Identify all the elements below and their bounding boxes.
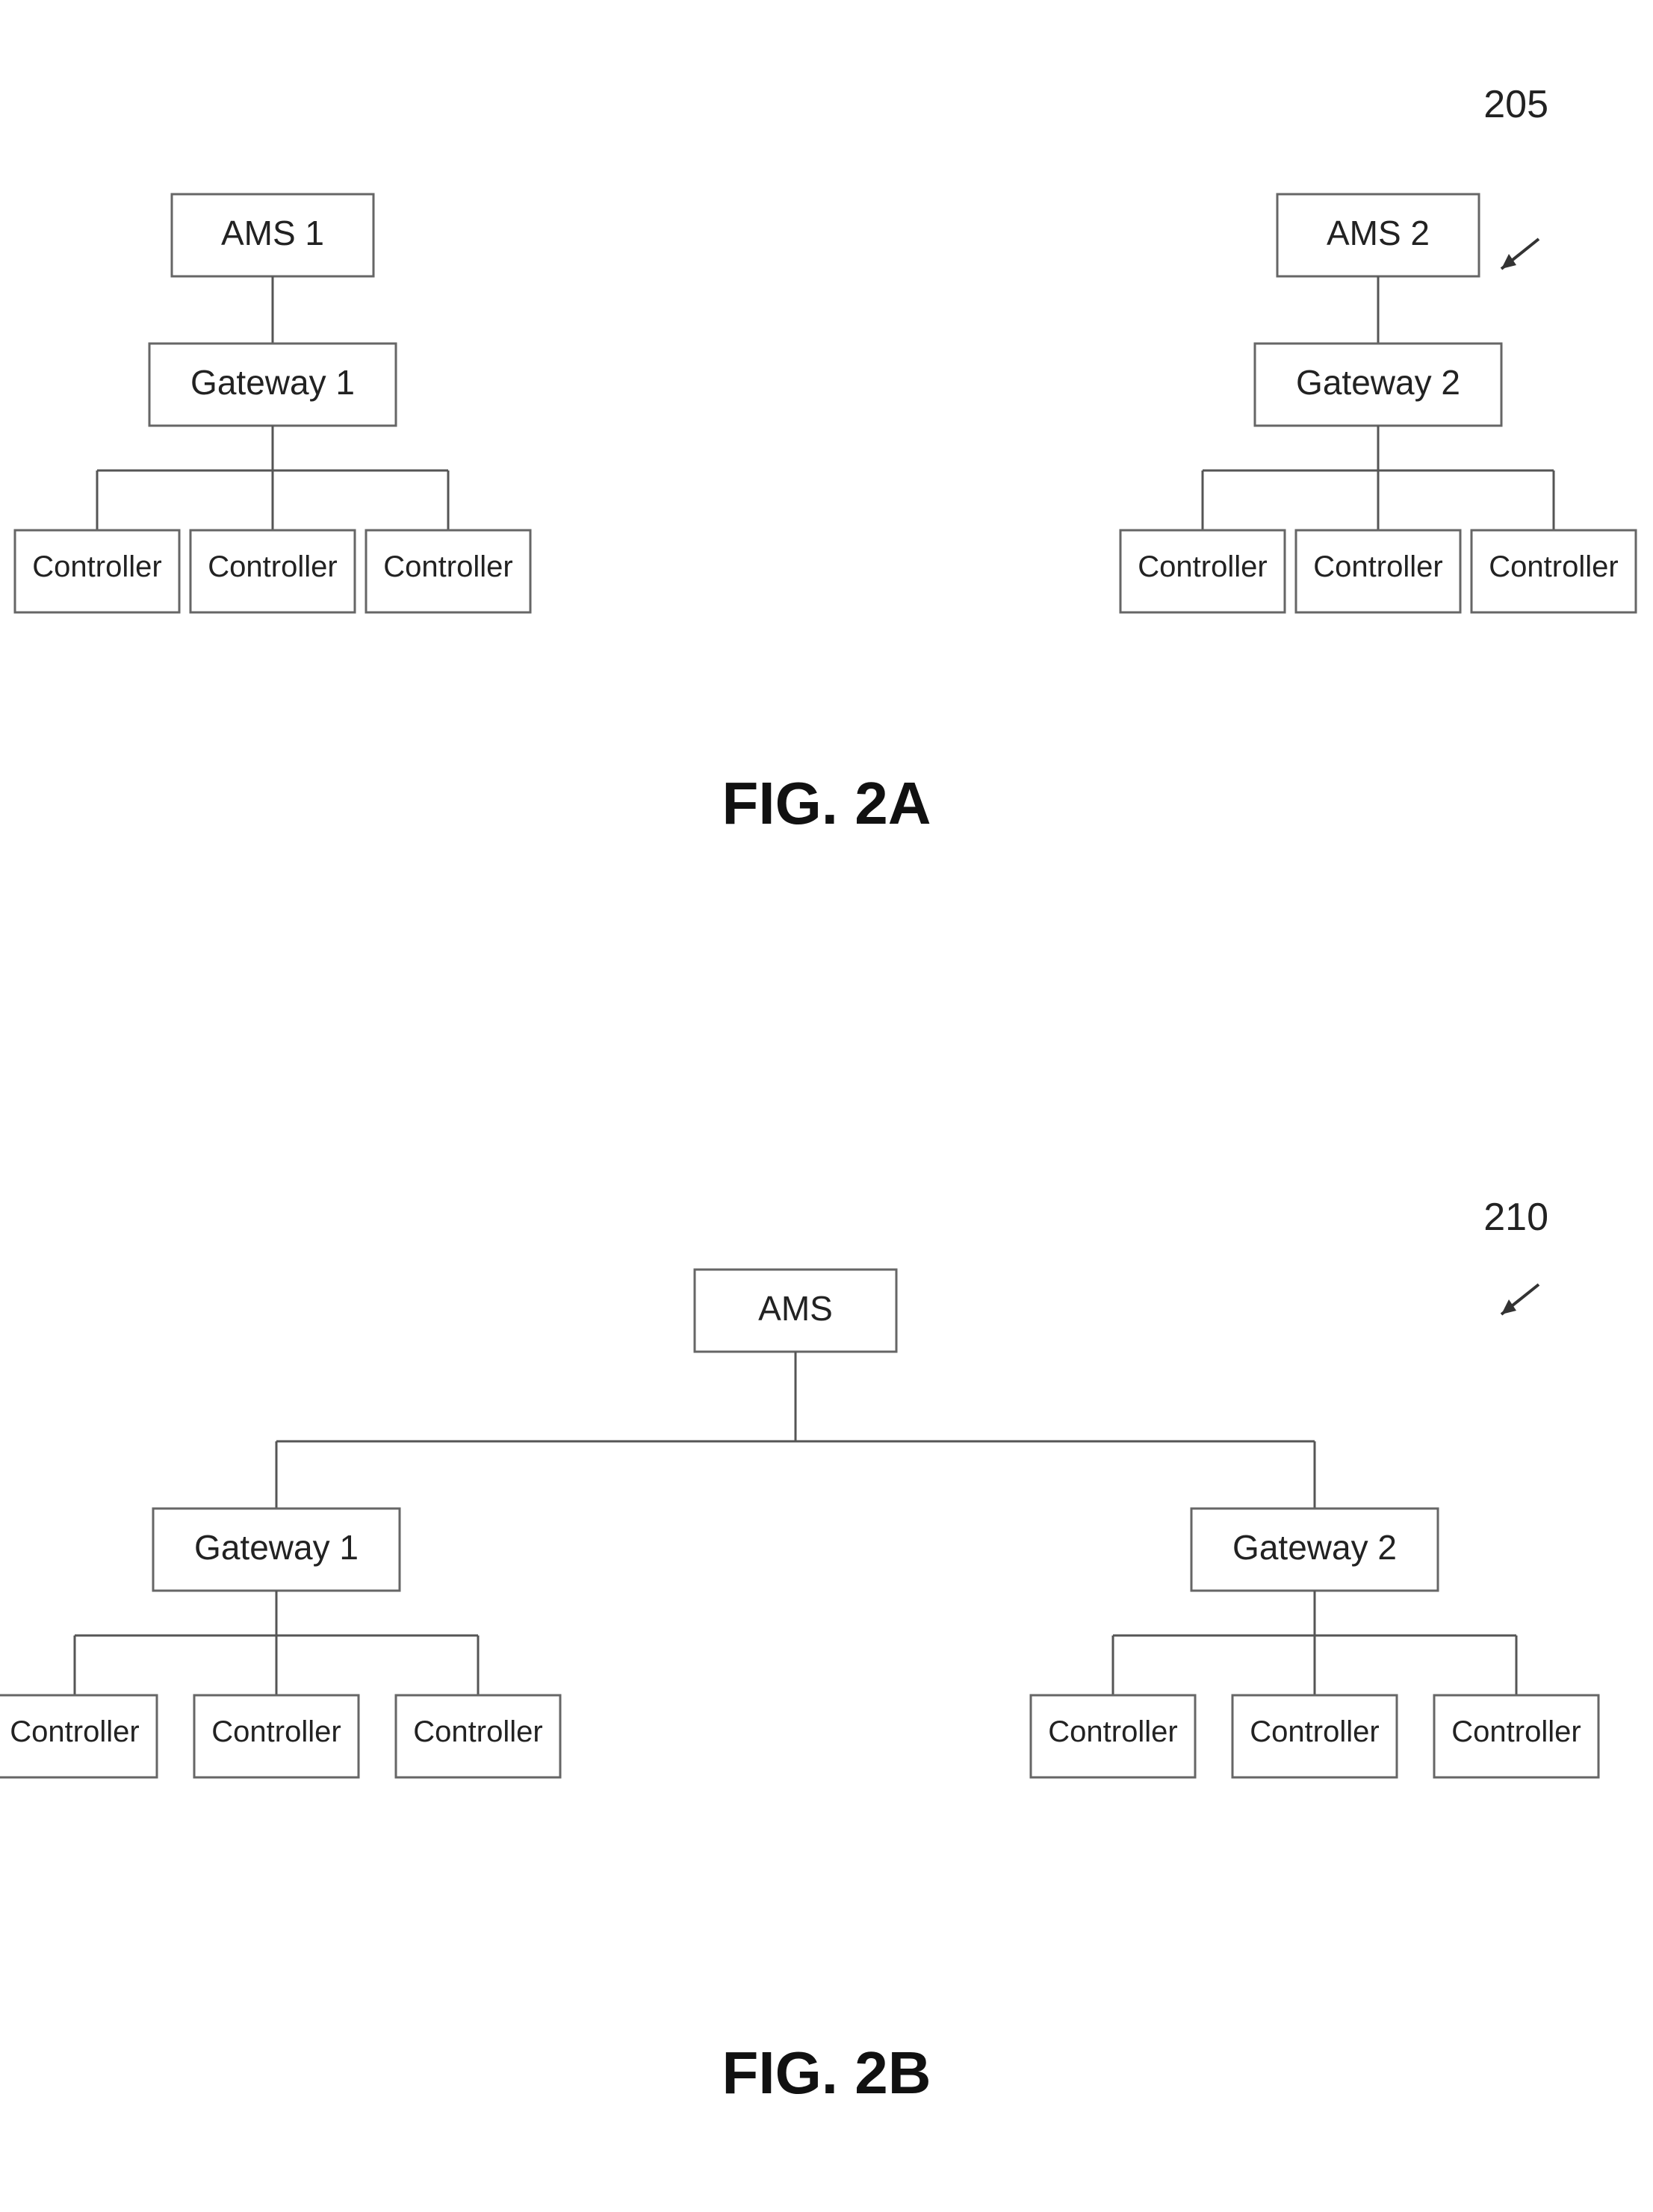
svg-text:AMS: AMS (758, 1289, 833, 1328)
fig2b-label: FIG. 2B (722, 2039, 931, 2107)
svg-text:Controller: Controller (413, 1715, 542, 1748)
svg-text:Controller: Controller (383, 550, 512, 583)
page: 205 AMS 1 Gateway 1 Controller Controlle… (0, 0, 1653, 2212)
svg-text:Controller: Controller (208, 550, 337, 583)
fig2b-diagram: AMS Gateway 1 Gateway 2 Controller Contr… (0, 1210, 1653, 1957)
svg-text:Controller: Controller (1250, 1715, 1379, 1748)
svg-text:Controller: Controller (32, 550, 161, 583)
svg-text:Controller: Controller (1048, 1715, 1177, 1748)
svg-text:AMS 1: AMS 1 (221, 214, 324, 252)
svg-text:Gateway 1: Gateway 1 (194, 1528, 359, 1567)
svg-text:Controller: Controller (10, 1715, 139, 1748)
svg-text:Controller: Controller (1451, 1715, 1581, 1748)
svg-text:Controller: Controller (1138, 550, 1267, 583)
svg-text:Controller: Controller (1313, 550, 1442, 583)
svg-text:Controller: Controller (1489, 550, 1618, 583)
svg-text:Gateway 2: Gateway 2 (1232, 1528, 1397, 1567)
svg-text:Gateway 2: Gateway 2 (1296, 363, 1460, 402)
svg-text:Controller: Controller (211, 1715, 341, 1748)
ref-205-label: 205 (1483, 82, 1548, 127)
svg-text:AMS 2: AMS 2 (1327, 214, 1430, 252)
svg-text:Gateway 1: Gateway 1 (190, 363, 355, 402)
fig2a-label: FIG. 2A (722, 769, 931, 838)
fig2a-diagram: AMS 1 Gateway 1 Controller Controller Co… (0, 149, 1653, 732)
